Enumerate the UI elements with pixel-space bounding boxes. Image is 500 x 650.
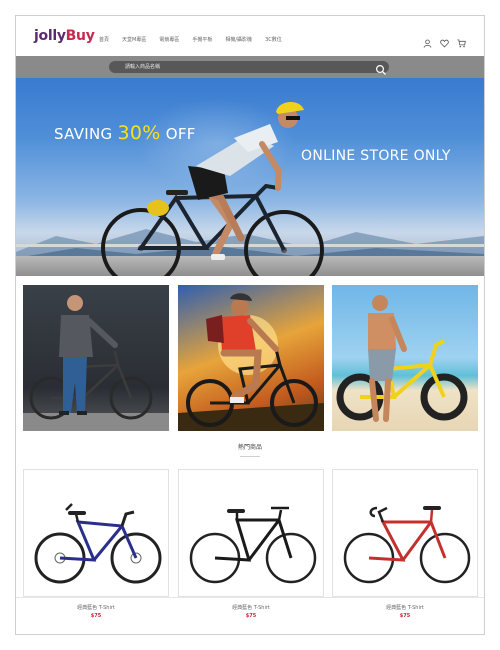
user-icon[interactable] xyxy=(423,33,432,48)
product-price: $75 xyxy=(245,613,257,619)
main-nav: 首頁 天堂M專區 電競專區 手機平板 相機/攝影機 3C數位 xyxy=(99,36,295,43)
section-divider xyxy=(240,456,260,457)
cart-icon[interactable] xyxy=(457,33,466,48)
hero-saving-text: SAVING 30% OFF xyxy=(54,122,196,144)
hero-banner[interactable]: SAVING 30% OFF ONLINE STORE ONLY xyxy=(16,78,484,276)
product-image-bike-red xyxy=(343,506,471,584)
product-name[interactable]: 經典藍色 T-Shirt xyxy=(178,604,324,611)
nav-item-3c-digital[interactable]: 3C數位 xyxy=(265,36,282,43)
page-frame: jollyBuy 首頁 天堂M專區 電競專區 手機平板 相機/攝影機 3C數位 xyxy=(15,15,485,635)
product-card[interactable] xyxy=(178,469,324,597)
saving-prefix: SAVING xyxy=(54,125,118,143)
nav-item-camera[interactable]: 相機/攝影機 xyxy=(225,36,252,43)
product-image-bike-blue xyxy=(34,503,162,584)
product-card[interactable] xyxy=(332,469,478,597)
product-name[interactable]: 經典藍色 T-Shirt xyxy=(23,604,169,611)
nav-item-lineage-m[interactable]: 天堂M專區 xyxy=(122,36,146,43)
section-title: 熱門商品 xyxy=(237,444,262,451)
search-input[interactable] xyxy=(109,61,389,73)
product-price: $75 xyxy=(399,613,411,619)
product-card[interactable] xyxy=(23,469,169,597)
nav-item-mobile-tablet[interactable]: 手機平板 xyxy=(192,36,212,43)
saving-suffix: OFF xyxy=(160,125,196,143)
promo-image-urban-cyclist[interactable] xyxy=(23,285,169,431)
promo-image-sunset-rider-art xyxy=(178,293,324,431)
promo-image-beach-rider-art xyxy=(336,295,468,422)
brand-logo[interactable]: jollyBuy xyxy=(34,28,95,44)
header-icons xyxy=(423,33,466,48)
product-strip-divider xyxy=(16,597,484,598)
product-name[interactable]: 經典藍色 T-Shirt xyxy=(332,604,478,611)
header: jollyBuy 首頁 天堂M專區 電競專區 手機平板 相機/攝影機 3C數位 xyxy=(16,16,484,56)
search-icon[interactable] xyxy=(375,61,387,75)
promo-image-beach-rider[interactable] xyxy=(332,285,478,431)
product-image-bike-black xyxy=(189,506,317,584)
saving-highlight: 30% xyxy=(117,122,161,144)
heart-icon[interactable] xyxy=(440,33,449,48)
promo-image-urban-cyclist-art xyxy=(23,295,169,431)
promo-image-sunset-rider[interactable] xyxy=(178,285,324,431)
logo-text-part1: jolly xyxy=(34,28,66,44)
nav-item-home[interactable]: 首頁 xyxy=(99,36,109,43)
hero-cyclist-image xyxy=(101,101,324,276)
product-price: $75 xyxy=(90,613,102,619)
nav-item-esports[interactable]: 電競專區 xyxy=(159,36,179,43)
search-bar xyxy=(16,56,484,78)
hero-tagline: ONLINE STORE ONLY xyxy=(301,148,451,164)
logo-text-part2: Buy xyxy=(65,28,95,44)
